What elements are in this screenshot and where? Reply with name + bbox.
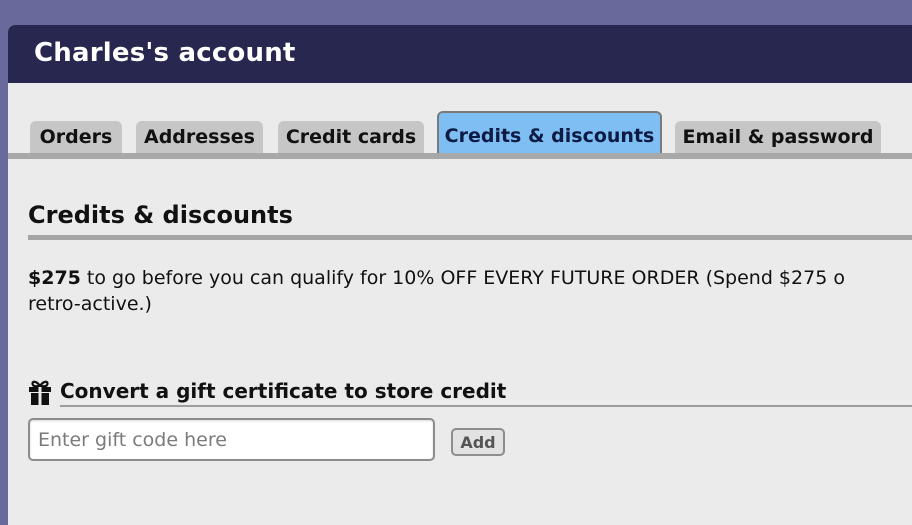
tab-credits-discounts[interactable]: Credits & discounts xyxy=(437,111,662,153)
credit-message-line1: to go before you can qualify for 10% OFF… xyxy=(80,267,845,289)
tab-addresses[interactable]: Addresses xyxy=(136,121,263,153)
section-divider xyxy=(28,235,912,240)
gift-certificate-title: Convert a gift certificate to store cred… xyxy=(60,379,507,403)
section-title: Credits & discounts xyxy=(28,201,293,229)
page-title: Charles's account xyxy=(34,38,296,68)
add-gift-code-button[interactable]: Add xyxy=(451,428,505,456)
tab-credit-cards[interactable]: Credit cards xyxy=(278,121,424,153)
gift-certificate-header: Convert a gift certificate to store cred… xyxy=(28,378,912,406)
tab-underline xyxy=(8,153,912,159)
tab-email-password[interactable]: Email & password xyxy=(675,121,881,153)
credit-remaining-amount: $275 xyxy=(28,267,81,289)
gift-icon xyxy=(28,378,52,406)
tab-orders[interactable]: Orders xyxy=(30,121,122,153)
credit-progress-message: $275 to go before you can qualify for 10… xyxy=(28,265,912,317)
gift-divider xyxy=(60,405,912,407)
account-panel: Charles's account Orders Addresses Credi… xyxy=(8,25,912,525)
account-tabs: Orders Addresses Credit cards Credits & … xyxy=(8,83,912,159)
gift-code-input[interactable] xyxy=(28,418,435,461)
credit-message-line2: retro-active.) xyxy=(28,293,152,315)
account-header: Charles's account xyxy=(8,25,912,83)
